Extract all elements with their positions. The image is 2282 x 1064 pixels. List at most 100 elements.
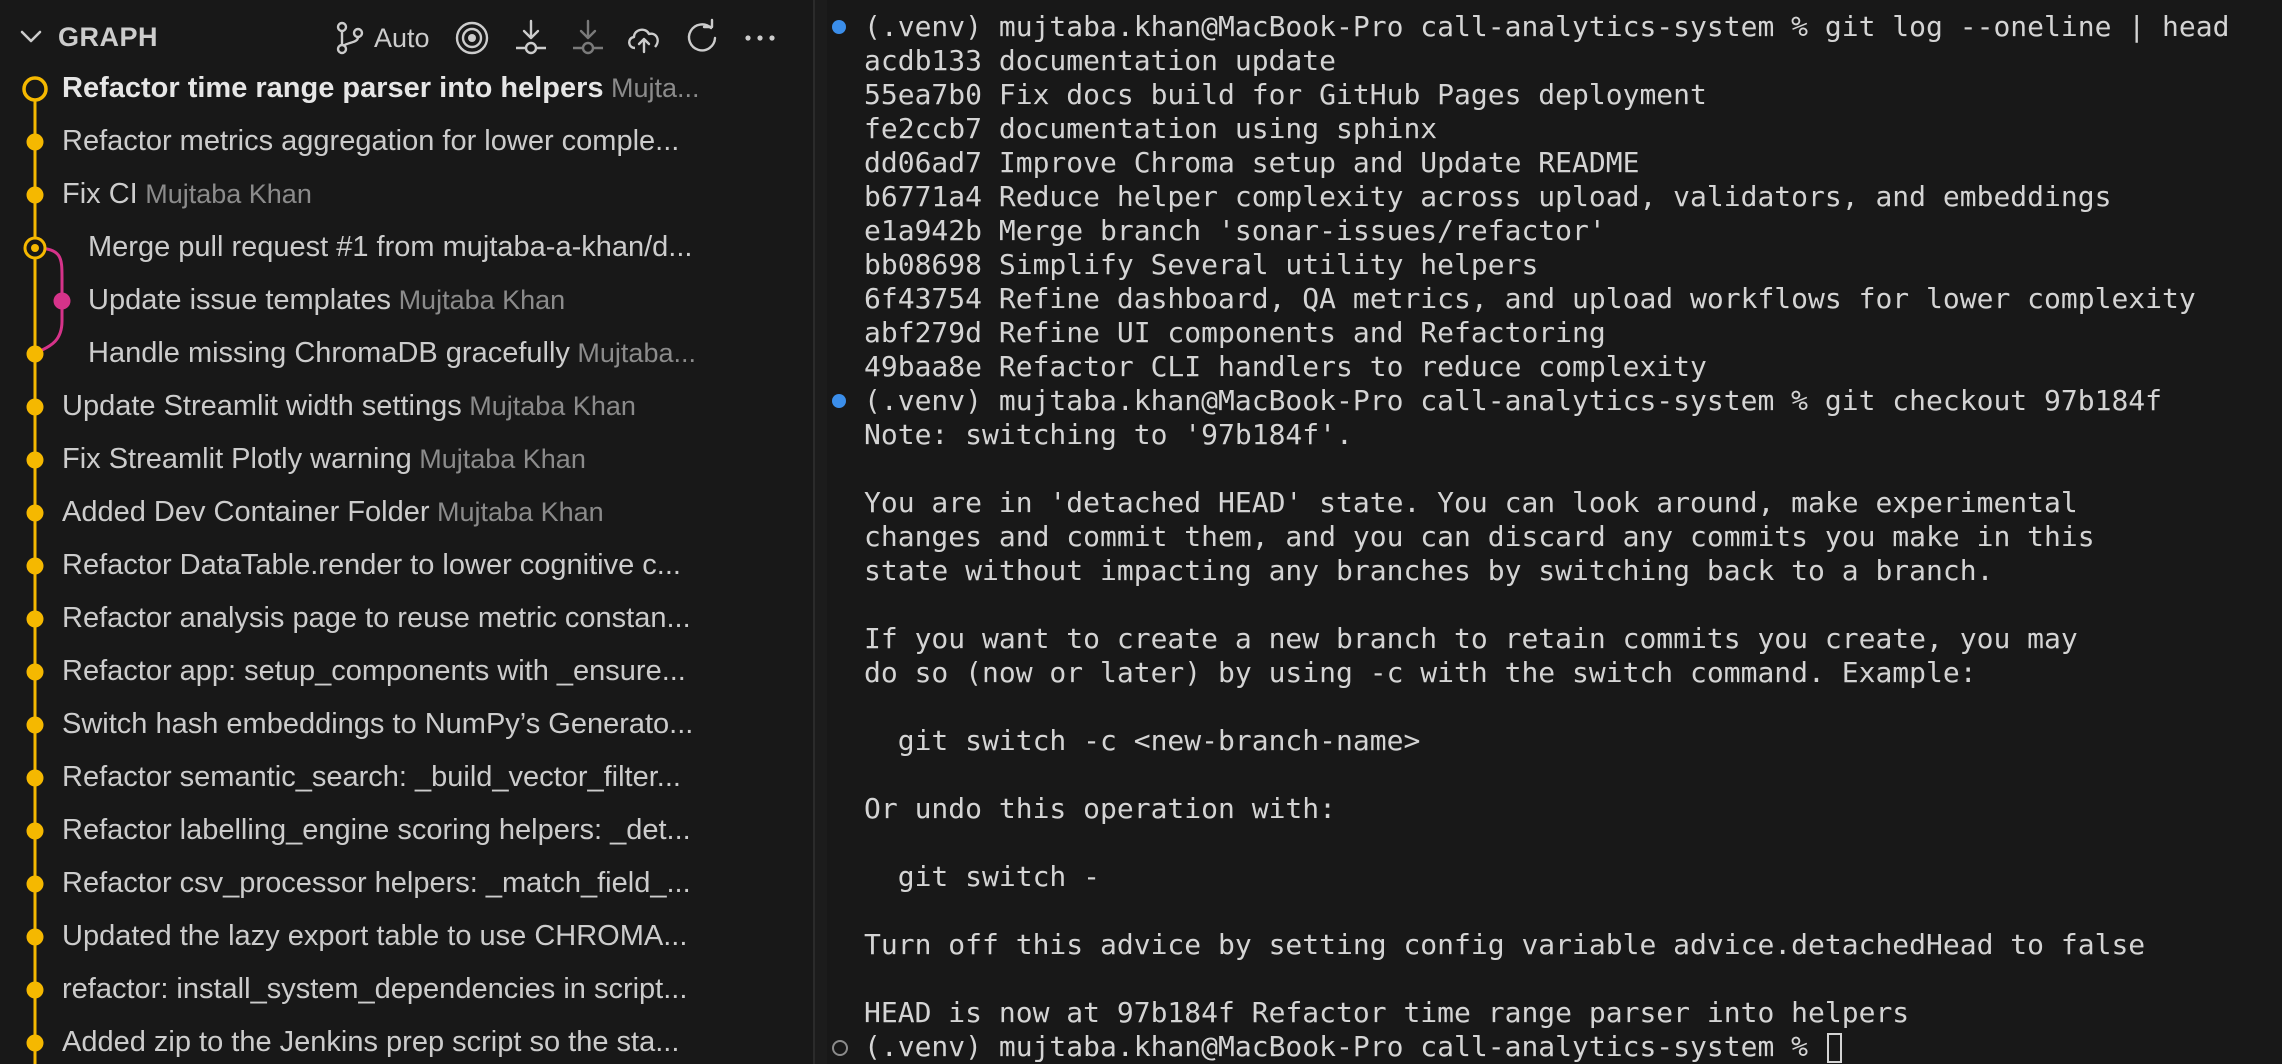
commit-row[interactable]: Fix Streamlit Plotly warning Mujtaba Kha… [0,434,813,486]
terminal-output-line: b6771a4 Reduce helper complexity across … [864,180,2111,214]
commit-subject: refactor: install_system_dependencies in… [62,973,688,1005]
terminal-prompt-line: (.venv) mujtaba.khan@MacBook-Pro call-an… [864,1030,1842,1064]
terminal-output-line: Turn off this advice by setting config v… [864,928,2145,962]
commit-subject: Refactor app: setup_components with _ens… [62,655,686,687]
commit-row[interactable]: Refactor labelling_engine scoring helper… [0,805,813,857]
command-success-dot-icon[interactable] [832,20,846,34]
commit-message: Refactor csv_processor helpers: _match_f… [62,867,770,900]
command-pending-dot-icon[interactable] [832,1040,848,1056]
terminal-line-text: state without impacting any branches by … [864,554,1994,587]
commit-subject: Added zip to the Jenkins prep script so … [62,1026,680,1058]
commit-row[interactable]: Handle missing ChromaDB gracefully Mujta… [0,328,813,380]
commit-list: Refactor time range parser into helpers … [0,0,813,1064]
commit-row[interactable]: Merge pull request #1 from mujtaba-a-kha… [0,222,813,274]
commit-row[interactable]: Refactor analysis page to reuse metric c… [0,593,813,645]
terminal-output-line: do so (now or later) by using -c with th… [864,656,1977,690]
commit-author: Mujtaba Khan [461,391,636,421]
terminal-line-text: HEAD is now at 97b184f Refactor time ran… [864,996,1910,1029]
terminal-line-text: abf279d Refine UI components and Refacto… [864,316,1606,349]
terminal-line-text: dd06ad7 Improve Chroma setup and Update … [864,146,1640,179]
commit-message: Updated the lazy export table to use CHR… [62,920,770,953]
terminal-line-text: 6f43754 Refine dashboard, QA metrics, an… [864,282,2196,315]
terminal-output-line: changes and commit them, and you can dis… [864,520,2095,554]
commit-row[interactable]: Refactor app: setup_components with _ens… [0,646,813,698]
terminal-prompt-line: (.venv) mujtaba.khan@MacBook-Pro call-an… [864,10,2229,44]
commit-message: Refactor labelling_engine scoring helper… [62,814,770,847]
commit-message: Update Streamlit width settings Mujtaba … [62,390,770,423]
commit-subject: Added Dev Container Folder [62,496,430,528]
commit-row[interactable]: Fix CI Mujtaba Khan [0,169,813,221]
commit-author: Mujta... [603,73,700,103]
terminal-line-text: Note: switching to '97b184f'. [864,418,1353,451]
commit-message: Refactor app: setup_components with _ens… [62,655,770,688]
commit-row[interactable]: Refactor DataTable.render to lower cogni… [0,540,813,592]
commit-message: Added zip to the Jenkins prep script so … [62,1026,770,1059]
terminal-output-line: state without impacting any branches by … [864,554,1993,588]
source-control-graph-panel: GRAPH Auto Refactor time range parser in… [0,0,813,1064]
commit-subject: Refactor csv_processor helpers: _match_f… [62,867,691,899]
terminal-output-line: e1a942b Merge branch 'sonar-issues/refac… [864,214,1606,248]
terminal-output-line: 55ea7b0 Fix docs build for GitHub Pages … [864,78,1707,112]
terminal-line-text: If you want to create a new branch to re… [864,622,2078,655]
terminal-line-text: (.venv) mujtaba.khan@MacBook-Pro call-an… [864,1030,1825,1063]
commit-author: Mujtaba Khan [429,497,604,527]
commit-message: Handle missing ChromaDB gracefully Mujta… [88,337,770,370]
terminal-line-text: 49baa8e Refactor CLI handlers to reduce … [864,350,1707,383]
command-success-dot-icon[interactable] [832,394,846,408]
commit-subject: Refactor DataTable.render to lower cogni… [62,549,681,581]
terminal-output-line: HEAD is now at 97b184f Refactor time ran… [864,996,1909,1030]
commit-message: Refactor DataTable.render to lower cogni… [62,549,770,582]
terminal-line-text: git switch -c <new-branch-name> [864,724,1421,757]
commit-row[interactable]: Refactor semantic_search: _build_vector_… [0,752,813,804]
terminal-output-line: If you want to create a new branch to re… [864,622,2078,656]
commit-message: Fix CI Mujtaba Khan [62,178,770,211]
commit-row[interactable]: Refactor csv_processor helpers: _match_f… [0,858,813,910]
terminal-output-line: Note: switching to '97b184f'. [864,418,1353,452]
commit-subject: Refactor metrics aggregation for lower c… [62,125,680,157]
terminal-line-text: git switch - [864,860,1101,893]
commit-author: Mujtaba... [569,338,696,368]
terminal[interactable]: (.venv) mujtaba.khan@MacBook-Pro call-an… [827,0,2282,1064]
commit-subject: Update issue templates [88,284,392,316]
commit-message: Update issue templates Mujtaba Khan [88,284,770,317]
commit-subject: Fix Streamlit Plotly warning [62,443,412,475]
commit-subject: Updated the lazy export table to use CHR… [62,920,688,952]
terminal-output-line: dd06ad7 Improve Chroma setup and Update … [864,146,1639,180]
terminal-line-text: changes and commit them, and you can dis… [864,520,2095,553]
commit-row[interactable]: Update Streamlit width settings Mujtaba … [0,381,813,433]
commit-subject: Refactor analysis page to reuse metric c… [62,602,691,634]
commit-message: Refactor analysis page to reuse metric c… [62,602,770,635]
terminal-output-line: acdb133 documentation update [864,44,1336,78]
commit-row[interactable]: Updated the lazy export table to use CHR… [0,911,813,963]
terminal-output-line: git switch -c <new-branch-name> [864,724,1421,758]
commit-message: Refactor semantic_search: _build_vector_… [62,761,770,794]
commit-message: Switch hash embeddings to NumPy’s Genera… [62,708,770,741]
terminal-output-line: Or undo this operation with: [864,792,1336,826]
scrollbar-track[interactable] [815,0,827,1064]
commit-subject: Update Streamlit width settings [62,390,462,422]
terminal-line-text: Or undo this operation with: [864,792,1337,825]
terminal-line-text: b6771a4 Reduce helper complexity across … [864,180,2112,213]
terminal-line-text: 55ea7b0 Fix docs build for GitHub Pages … [864,78,1707,111]
terminal-output-line: 6f43754 Refine dashboard, QA metrics, an… [864,282,2196,316]
commit-row[interactable]: refactor: install_system_dependencies in… [0,964,813,1016]
commit-row-head[interactable]: Refactor time range parser into helpers … [0,63,813,115]
terminal-output-line: abf279d Refine UI components and Refacto… [864,316,1606,350]
terminal-line-text: (.venv) mujtaba.khan@MacBook-Pro call-an… [864,384,2163,417]
terminal-line-text: (.venv) mujtaba.khan@MacBook-Pro call-an… [864,10,2230,43]
commit-row[interactable]: Update issue templates Mujtaba Khan [0,275,813,327]
commit-author: Mujtaba Khan [137,179,312,209]
commit-row[interactable]: Added Dev Container Folder Mujtaba Khan [0,487,813,539]
terminal-output-line: git switch - [864,860,1100,894]
commit-subject: Fix CI [62,178,138,210]
terminal-cursor[interactable] [1826,1033,1842,1063]
terminal-line-text: Turn off this advice by setting config v… [864,928,2146,961]
commit-row[interactable]: Refactor metrics aggregation for lower c… [0,116,813,168]
terminal-line-text: e1a942b Merge branch 'sonar-issues/refac… [864,214,1606,247]
terminal-line-text: acdb133 documentation update [864,44,1337,77]
commit-subject: Handle missing ChromaDB gracefully [88,337,570,369]
terminal-line-text: do so (now or later) by using -c with th… [864,656,1977,689]
commit-row[interactable]: Switch hash embeddings to NumPy’s Genera… [0,699,813,751]
terminal-output-line: bb08698 Simplify Several utility helpers [864,248,1538,282]
commit-row[interactable]: Added zip to the Jenkins prep script so … [0,1017,813,1064]
